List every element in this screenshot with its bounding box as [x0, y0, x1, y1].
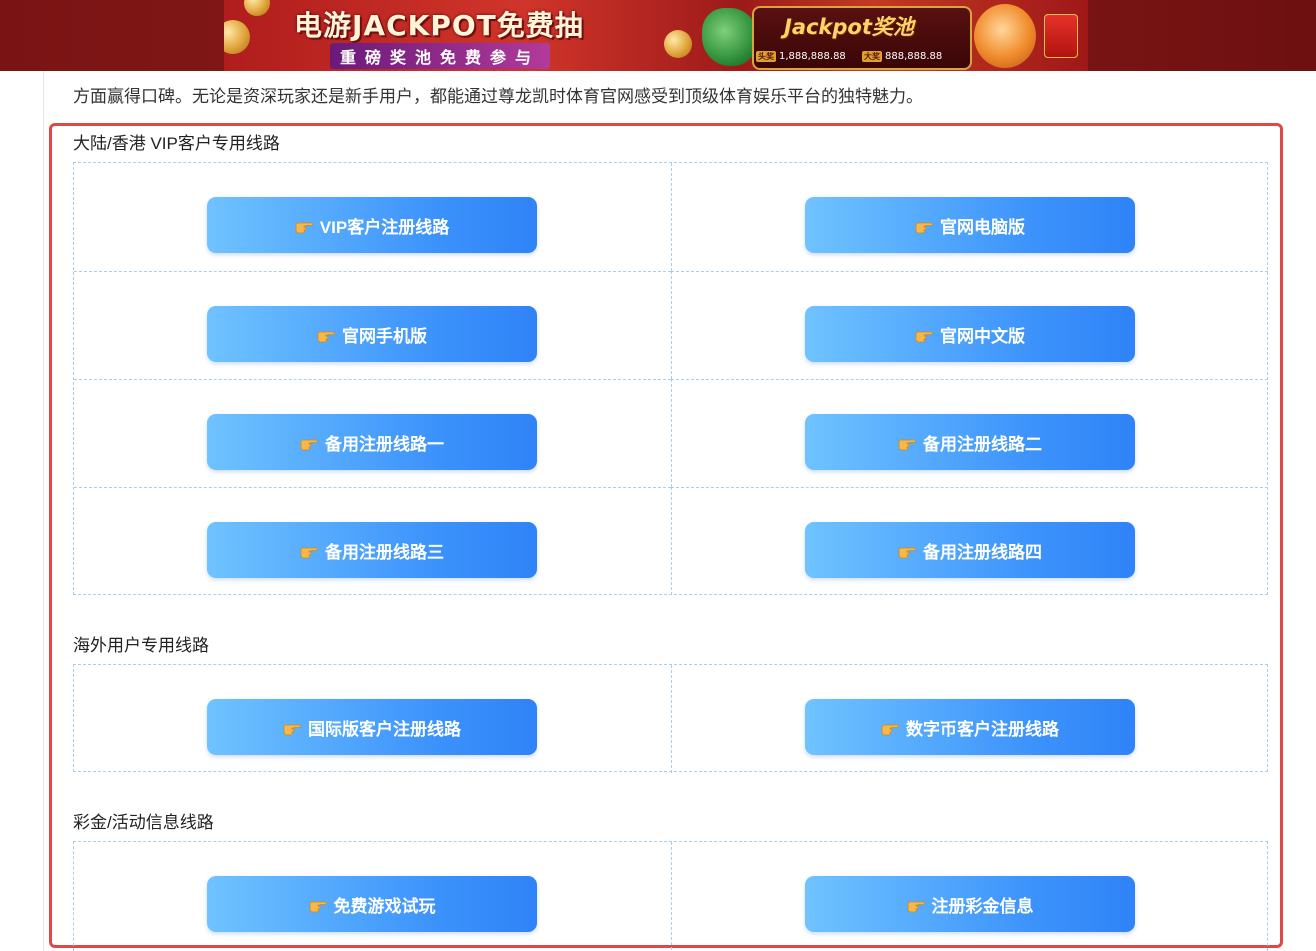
coin-decoration — [244, 0, 270, 16]
red-envelope-icon — [1044, 14, 1078, 58]
jackpot-title: Jackpot奖池 — [784, 15, 914, 39]
bonus-link-grid: 免费游戏试玩 注册彩金信息 — [73, 841, 1268, 951]
button-label: 数字币客户注册线路 — [906, 719, 1059, 739]
backup-route-4-button[interactable]: 备用注册线路四 — [805, 522, 1135, 578]
pointing-hand-icon — [295, 219, 313, 234]
mobile-site-button[interactable]: 官网手机版 — [207, 306, 537, 362]
button-label: 国际版客户注册线路 — [308, 719, 461, 739]
first-prize-value: 1,888,888.88 — [779, 50, 846, 62]
pc-site-button[interactable]: 官网电脑版 — [805, 197, 1135, 253]
overseas-link-grid: 国际版客户注册线路 数字币客户注册线路 — [73, 664, 1268, 773]
pointing-hand-icon — [283, 721, 301, 736]
button-label: 注册彩金信息 — [931, 896, 1034, 916]
crypto-register-button[interactable]: 数字币客户注册线路 — [805, 699, 1135, 755]
coin-decoration — [224, 20, 250, 54]
pointing-hand-icon — [898, 436, 916, 451]
pointing-hand-icon — [907, 898, 925, 913]
pointing-hand-icon — [898, 544, 916, 559]
pointing-hand-icon — [300, 544, 318, 559]
tiger-mascot-icon — [974, 4, 1036, 68]
vip-register-button[interactable]: VIP客户注册线路 — [207, 197, 537, 253]
vip-link-grid: VIP客户注册线路 官网电脑版 官网手机版 官网中文版 备用注册线路一 备用注册… — [73, 162, 1268, 595]
button-label: 备用注册线路一 — [325, 434, 444, 454]
button-label: VIP客户注册线路 — [319, 217, 450, 237]
first-prize-tag: 头奖 — [756, 50, 776, 62]
banner-title: 电游JACKPOT免费抽 — [294, 9, 584, 42]
jackpot-panel: Jackpot奖池 头奖 1,888,888.88 大奖 888,888.88 — [752, 6, 972, 70]
pointing-hand-icon — [309, 898, 327, 913]
button-label: 官网手机版 — [342, 326, 427, 346]
section-title-overseas: 海外用户专用线路 — [73, 636, 209, 655]
coin-decoration — [664, 30, 692, 58]
pointing-hand-icon — [915, 219, 933, 234]
backup-route-3-button[interactable]: 备用注册线路三 — [207, 522, 537, 578]
button-label: 官网电脑版 — [940, 217, 1025, 237]
international-register-button[interactable]: 国际版客户注册线路 — [207, 699, 537, 755]
button-label: 备用注册线路二 — [923, 434, 1042, 454]
pointing-hand-icon — [881, 721, 899, 736]
first-prize: 头奖 1,888,888.88 — [756, 48, 846, 64]
button-label: 官网中文版 — [940, 326, 1025, 346]
pointing-hand-icon — [317, 328, 335, 343]
intro-paragraph: 方面赢得口碑。无论是资深玩家还是新手用户，都能通过尊龙凯时体育官网感受到顶级体育… — [73, 87, 923, 106]
pointing-hand-icon — [915, 328, 933, 343]
backup-route-2-button[interactable]: 备用注册线路二 — [805, 414, 1135, 470]
button-label: 免费游戏试玩 — [333, 896, 436, 916]
bonus-info-button[interactable]: 注册彩金信息 — [805, 876, 1135, 932]
button-label: 备用注册线路三 — [325, 542, 444, 562]
banner-subtitle: 重磅奖池免费参与 — [330, 43, 551, 69]
button-label: 备用注册线路四 — [923, 542, 1042, 562]
free-trial-button[interactable]: 免费游戏试玩 — [207, 876, 537, 932]
big-prize-tag: 大奖 — [862, 50, 882, 62]
section-title-vip: 大陆/香港 VIP客户专用线路 — [73, 134, 280, 153]
chinese-site-button[interactable]: 官网中文版 — [805, 306, 1135, 362]
section-title-bonus: 彩金/活动信息线路 — [73, 813, 214, 832]
backup-route-1-button[interactable]: 备用注册线路一 — [207, 414, 537, 470]
pointing-hand-icon — [300, 436, 318, 451]
jackpot-banner[interactable]: 电游JACKPOT免费抽 重磅奖池免费参与 Jackpot奖池 头奖 1,888… — [224, 0, 1088, 71]
big-prize-value: 888,888.88 — [885, 50, 943, 62]
dragon-mascot-icon — [702, 8, 758, 66]
big-prize: 大奖 888,888.88 — [862, 48, 942, 64]
